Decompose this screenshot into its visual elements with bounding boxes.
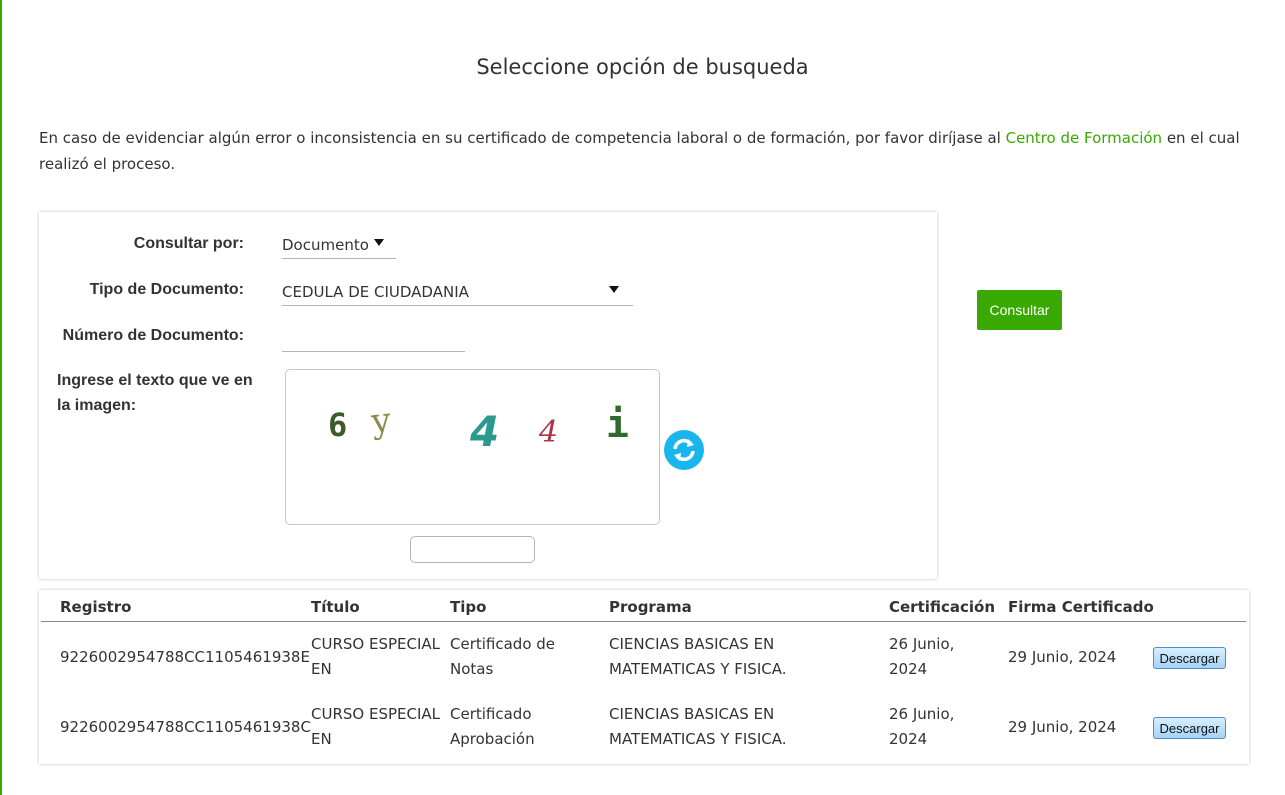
- captcha-label: Ingrese el texto que ve en la imagen:: [57, 372, 253, 414]
- caret-down-icon: [609, 286, 619, 293]
- descargar-button[interactable]: Descargar: [1153, 717, 1226, 739]
- cell-registro: 9226002954788CC1105461938C: [60, 718, 311, 736]
- numero-documento-input[interactable]: [282, 328, 465, 352]
- captcha-char: 4: [469, 407, 499, 456]
- centro-formacion-link[interactable]: Centro de Formación: [1006, 129, 1162, 147]
- caret-down-icon: [374, 239, 384, 246]
- column-header-tipo: Tipo: [450, 598, 487, 616]
- notice-before: En caso de evidenciar algún error o inco…: [39, 129, 1006, 147]
- cell-tipo: Certificado Aprobación: [450, 705, 535, 748]
- consultar-por-value: Documento: [282, 236, 369, 254]
- page-title: Seleccione opción de busqueda: [476, 55, 809, 79]
- column-header-registro: Registro: [60, 598, 132, 616]
- column-header-programa: Programa: [609, 598, 692, 616]
- column-header-certificacion: Certificación: [889, 598, 996, 616]
- tipo-documento-select[interactable]: CEDULA DE CIUDADANIA: [282, 282, 633, 306]
- cell-registro: 9226002954788CC1105461938E: [60, 648, 310, 666]
- cell-programa: CIENCIAS BASICAS EN MATEMATICAS Y FISICA.: [609, 635, 787, 678]
- search-form-panel: Consultar por: Documento Tipo de Documen…: [39, 212, 937, 579]
- descargar-button[interactable]: Descargar: [1153, 647, 1226, 669]
- captcha-char: 6: [328, 406, 347, 444]
- consultar-por-select[interactable]: Documento: [282, 235, 396, 259]
- cell-tipo: Certificado de Notas: [450, 635, 556, 678]
- captcha-refresh-button[interactable]: [664, 430, 704, 470]
- cell-certificacion: 26 Junio, 2024: [889, 705, 955, 748]
- cell-programa: CIENCIAS BASICAS EN MATEMATICAS Y FISICA.: [609, 705, 787, 748]
- left-accent-border: [0, 0, 2, 795]
- captcha-char: i: [606, 402, 629, 446]
- consultar-por-label: Consultar por:: [133, 235, 244, 252]
- notice-text: En caso de evidenciar algún error o inco…: [39, 125, 1259, 177]
- numero-documento-label: Número de Documento:: [62, 327, 244, 344]
- results-table: Registro Título Tipo Programa Certificac…: [39, 590, 1249, 764]
- cell-certificacion: 26 Junio, 2024: [889, 635, 955, 678]
- column-header-firma-certificado: Firma Certificado: [1008, 598, 1154, 616]
- captcha-char: y: [369, 400, 394, 442]
- captcha-image: 6 y 4 4 i: [285, 369, 660, 525]
- tipo-documento-value: CEDULA DE CIUDADANIA: [282, 283, 469, 301]
- consultar-button[interactable]: Consultar: [977, 290, 1062, 330]
- captcha-graphic: 6 y 4 4 i: [328, 400, 629, 456]
- tipo-documento-label: Tipo de Documento:: [89, 281, 244, 298]
- column-header-titulo: Título: [311, 598, 360, 616]
- cell-titulo: CURSO ESPECIAL EN: [311, 705, 441, 748]
- captcha-char: 4: [538, 415, 558, 450]
- header-divider: [41, 621, 1246, 622]
- refresh-icon: [673, 438, 695, 462]
- cell-titulo: CURSO ESPECIAL EN: [311, 635, 441, 678]
- cell-firma: 29 Junio, 2024: [1008, 648, 1117, 666]
- cell-firma: 29 Junio, 2024: [1008, 718, 1117, 736]
- captcha-input[interactable]: [410, 536, 535, 563]
